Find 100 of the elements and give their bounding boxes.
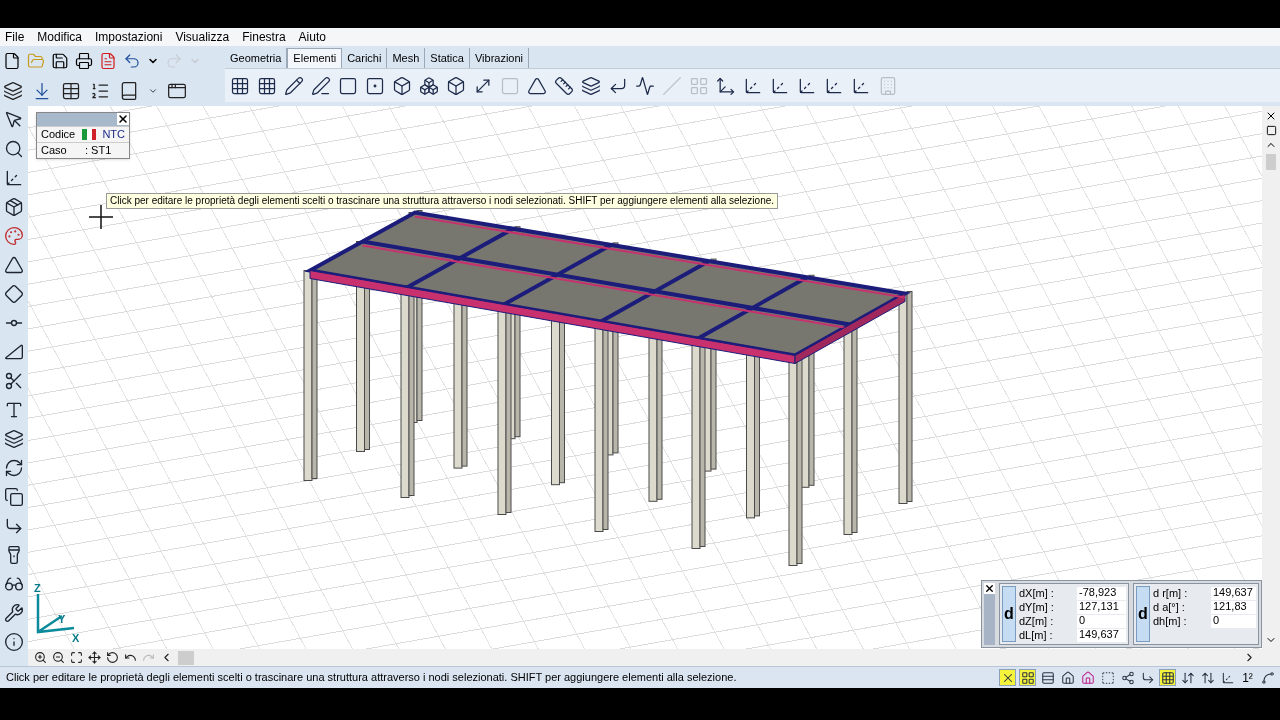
info-label: Caso	[41, 143, 68, 159]
arrows-icon	[1180, 670, 1195, 685]
connector-icon[interactable]	[4, 516, 24, 536]
zoom-out-icon[interactable]	[52, 651, 65, 664]
flag-icon	[82, 129, 97, 140]
menu-item[interactable]: Finestra	[242, 28, 286, 46]
measure-label: dh[m] :	[1153, 615, 1188, 627]
measure-value: 0	[1077, 614, 1126, 628]
toggle-button[interactable]	[1099, 669, 1116, 686]
palette-icon[interactable]	[4, 226, 24, 246]
axes-icon[interactable]	[4, 168, 24, 188]
toggle-button[interactable]	[1159, 669, 1176, 686]
measure-label: d a[°] :	[1153, 601, 1186, 613]
tooltip: Click per editare le proprietà degli elementi scelti o trascinare una struttura attraverso i nodi selezionati. SHIFT per aggiungere elementi alla selezione.	[106, 193, 779, 209]
grid-icon	[1160, 670, 1175, 685]
measure-value: 0	[1211, 614, 1256, 628]
info-value: NTC	[102, 127, 125, 143]
menu-item[interactable]: File	[5, 28, 25, 46]
toggle-button[interactable]	[1019, 669, 1036, 686]
scroll-thumb[interactable]	[178, 650, 194, 665]
badge: d	[1002, 586, 1016, 642]
toggle-button[interactable]	[1039, 669, 1056, 686]
measure-value: 121,83	[1211, 600, 1256, 614]
undo-icon[interactable]	[123, 52, 141, 70]
print-icon[interactable]	[75, 52, 93, 70]
measure-value: 127,131	[1077, 600, 1126, 614]
table-icon[interactable]	[61, 81, 81, 101]
zoom-in-icon[interactable]	[34, 651, 47, 664]
pencil-icon[interactable]	[311, 75, 331, 96]
previous-view-icon[interactable]	[124, 651, 137, 664]
axis-label: Y	[58, 612, 66, 627]
crosshair-icon	[89, 205, 113, 229]
scroll-thumb[interactable]	[1266, 154, 1276, 170]
toggle-button[interactable]	[999, 669, 1016, 686]
menu-item[interactable]: Modifica	[37, 28, 83, 46]
box-icon[interactable]	[419, 75, 439, 96]
connector-icon	[1140, 670, 1155, 685]
window-icon[interactable]	[167, 81, 187, 101]
list-icon[interactable]	[90, 81, 110, 101]
measure-label: d r[m] :	[1153, 587, 1189, 599]
panel-icon[interactable]	[338, 75, 358, 96]
toggle-button[interactable]	[1119, 669, 1136, 686]
close-icon[interactable]	[984, 583, 995, 594]
scissors-icon[interactable]	[4, 371, 24, 391]
table-icon[interactable]	[230, 75, 250, 96]
dashed-square-icon	[1100, 670, 1115, 685]
restore-icon[interactable]	[1265, 125, 1277, 136]
axis-label: X	[72, 631, 80, 646]
badge: d	[1136, 586, 1150, 642]
grid-icon	[1020, 670, 1035, 685]
close-icon[interactable]	[117, 113, 129, 125]
zoom-extents-icon[interactable]	[70, 651, 83, 664]
arrows-icon	[1200, 670, 1215, 685]
copy-icon[interactable]	[4, 487, 24, 507]
triangle-icon[interactable]	[4, 255, 24, 275]
rotate-icon[interactable]	[4, 458, 24, 478]
table-icon[interactable]	[257, 75, 277, 96]
plate-icon[interactable]	[581, 75, 601, 96]
box-icon[interactable]	[446, 75, 466, 96]
wrench-icon[interactable]	[4, 603, 24, 623]
pointer-icon[interactable]	[4, 110, 24, 130]
curve-icon	[1260, 670, 1275, 685]
list-icon	[1040, 670, 1055, 685]
menu-item[interactable]: Aiuto	[298, 28, 326, 46]
box-icon[interactable]	[392, 75, 412, 96]
layers-icon[interactable]	[4, 429, 24, 449]
rotate-icon[interactable]	[106, 651, 119, 664]
info-value: : ST1	[85, 143, 112, 159]
measure-label: dL[m] :	[1019, 629, 1054, 641]
tab[interactable]: Elementi	[287, 48, 343, 68]
axes-icon	[1220, 670, 1235, 685]
info-label: Codice	[41, 127, 77, 143]
measure-label: dX[m] :	[1019, 587, 1055, 599]
measure-label: dY[m] :	[1019, 601, 1055, 613]
toggle-button[interactable]	[1259, 669, 1276, 686]
measure-value: -78,923	[1077, 586, 1126, 600]
book-icon[interactable]	[119, 81, 139, 101]
pencil-icon[interactable]	[284, 75, 304, 96]
save-icon[interactable]	[51, 52, 69, 70]
exponent-toggle[interactable]: 1²	[1239, 669, 1256, 686]
text-icon[interactable]	[4, 400, 24, 420]
diamond-icon[interactable]	[4, 284, 24, 304]
nodes-icon	[1120, 670, 1135, 685]
panel-icon[interactable]	[365, 75, 385, 96]
layers-icon[interactable]	[3, 81, 23, 101]
measure-value: 149,637	[1211, 586, 1256, 600]
box-icon[interactable]	[4, 197, 24, 217]
measure-label: dZ[m] :	[1019, 615, 1055, 627]
panel-handle	[984, 594, 995, 645]
ruler-icon[interactable]	[554, 75, 574, 96]
new-file-icon[interactable]	[3, 52, 21, 70]
pdf-icon[interactable]	[99, 52, 117, 70]
info-icon[interactable]	[4, 632, 24, 652]
pan-icon[interactable]	[88, 651, 101, 664]
canvas[interactable]	[28, 106, 1262, 649]
close-icon[interactable]	[1265, 110, 1277, 122]
search-icon[interactable]	[4, 139, 24, 159]
axes-icon[interactable]	[716, 75, 736, 96]
menu-item[interactable]: Visualizza	[175, 28, 230, 46]
menu-item[interactable]: Impostazioni	[95, 28, 163, 46]
